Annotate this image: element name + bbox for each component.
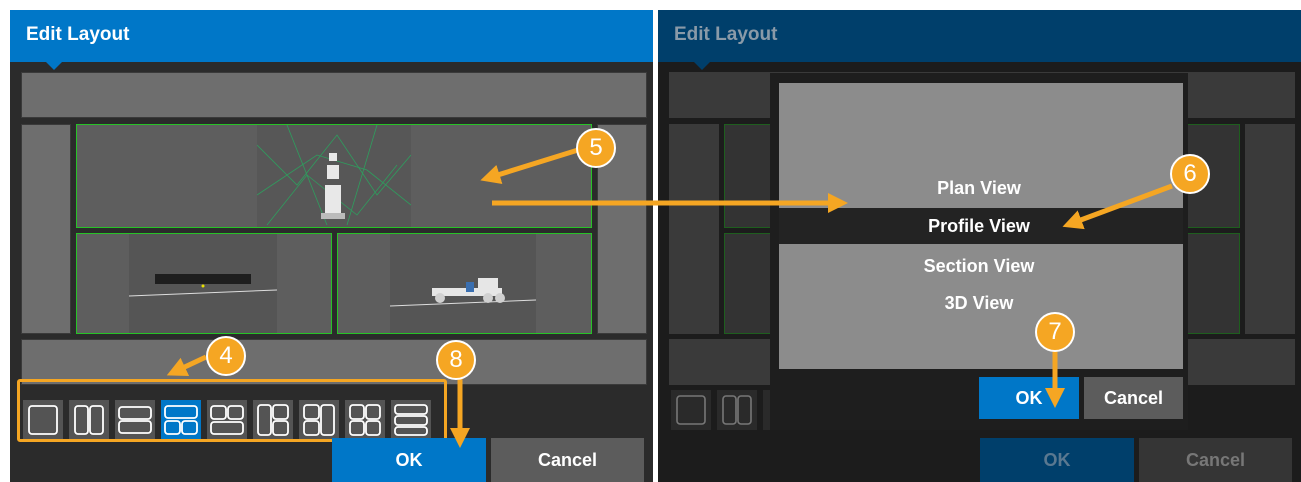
- section-viewport[interactable]: [337, 233, 592, 334]
- profile-view-option[interactable]: Profile View: [770, 216, 1188, 237]
- plan-view-drawing: [256, 125, 412, 226]
- cancel-button-dimmed: Cancel: [1139, 438, 1292, 482]
- callout-badge-8: 8: [436, 340, 476, 380]
- layout-icon-dim: [717, 390, 757, 430]
- section-view-drawing: [389, 278, 537, 307]
- cancel-button[interactable]: Cancel: [491, 438, 644, 482]
- callout-badge-7: 7: [1035, 312, 1075, 352]
- dialog-title: Edit Layout: [674, 24, 778, 45]
- title-notch: [694, 62, 710, 70]
- dialog-title-bar: Edit Layout: [10, 10, 653, 70]
- profile-viewport[interactable]: [76, 233, 332, 334]
- 3d-view-option[interactable]: 3D View: [770, 293, 1188, 314]
- popup-cancel-button[interactable]: Cancel: [1084, 377, 1183, 419]
- plan-view-image: [256, 125, 412, 227]
- view-select-popup: Plan View Profile View Section View 3D V…: [770, 73, 1188, 430]
- left-side-pane: [669, 124, 719, 334]
- plan-viewport[interactable]: [76, 124, 592, 228]
- section-view-option[interactable]: Section View: [770, 256, 1188, 277]
- callout-badge-4: 4: [206, 336, 246, 376]
- profile-view-image: [128, 234, 278, 333]
- layout-icon-dim: [671, 390, 711, 430]
- callout-badge-5: 5: [576, 128, 616, 168]
- edit-layout-dialog-dimmed: Edit Layout OK Cancel Plan View Profile …: [658, 10, 1301, 482]
- top-pane[interactable]: [21, 72, 647, 118]
- title-notch: [46, 62, 62, 70]
- profile-view-drawing: [128, 274, 278, 297]
- section-view-image: [389, 234, 537, 333]
- right-side-pane: [1245, 124, 1295, 334]
- ok-button-dimmed: OK: [980, 438, 1134, 482]
- dialog-title: Edit Layout: [26, 24, 130, 45]
- edit-layout-dialog: Edit Layout OK Cancel: [10, 10, 653, 482]
- ok-button[interactable]: OK: [332, 438, 486, 482]
- popup-ok-button[interactable]: OK: [979, 377, 1079, 419]
- plan-view-option[interactable]: Plan View: [770, 178, 1188, 199]
- left-side-pane[interactable]: [21, 124, 71, 334]
- callout-badge-6: 6: [1170, 154, 1210, 194]
- dialog-title-bar: Edit Layout: [658, 10, 1301, 70]
- layout-selector-highlight: [17, 379, 447, 442]
